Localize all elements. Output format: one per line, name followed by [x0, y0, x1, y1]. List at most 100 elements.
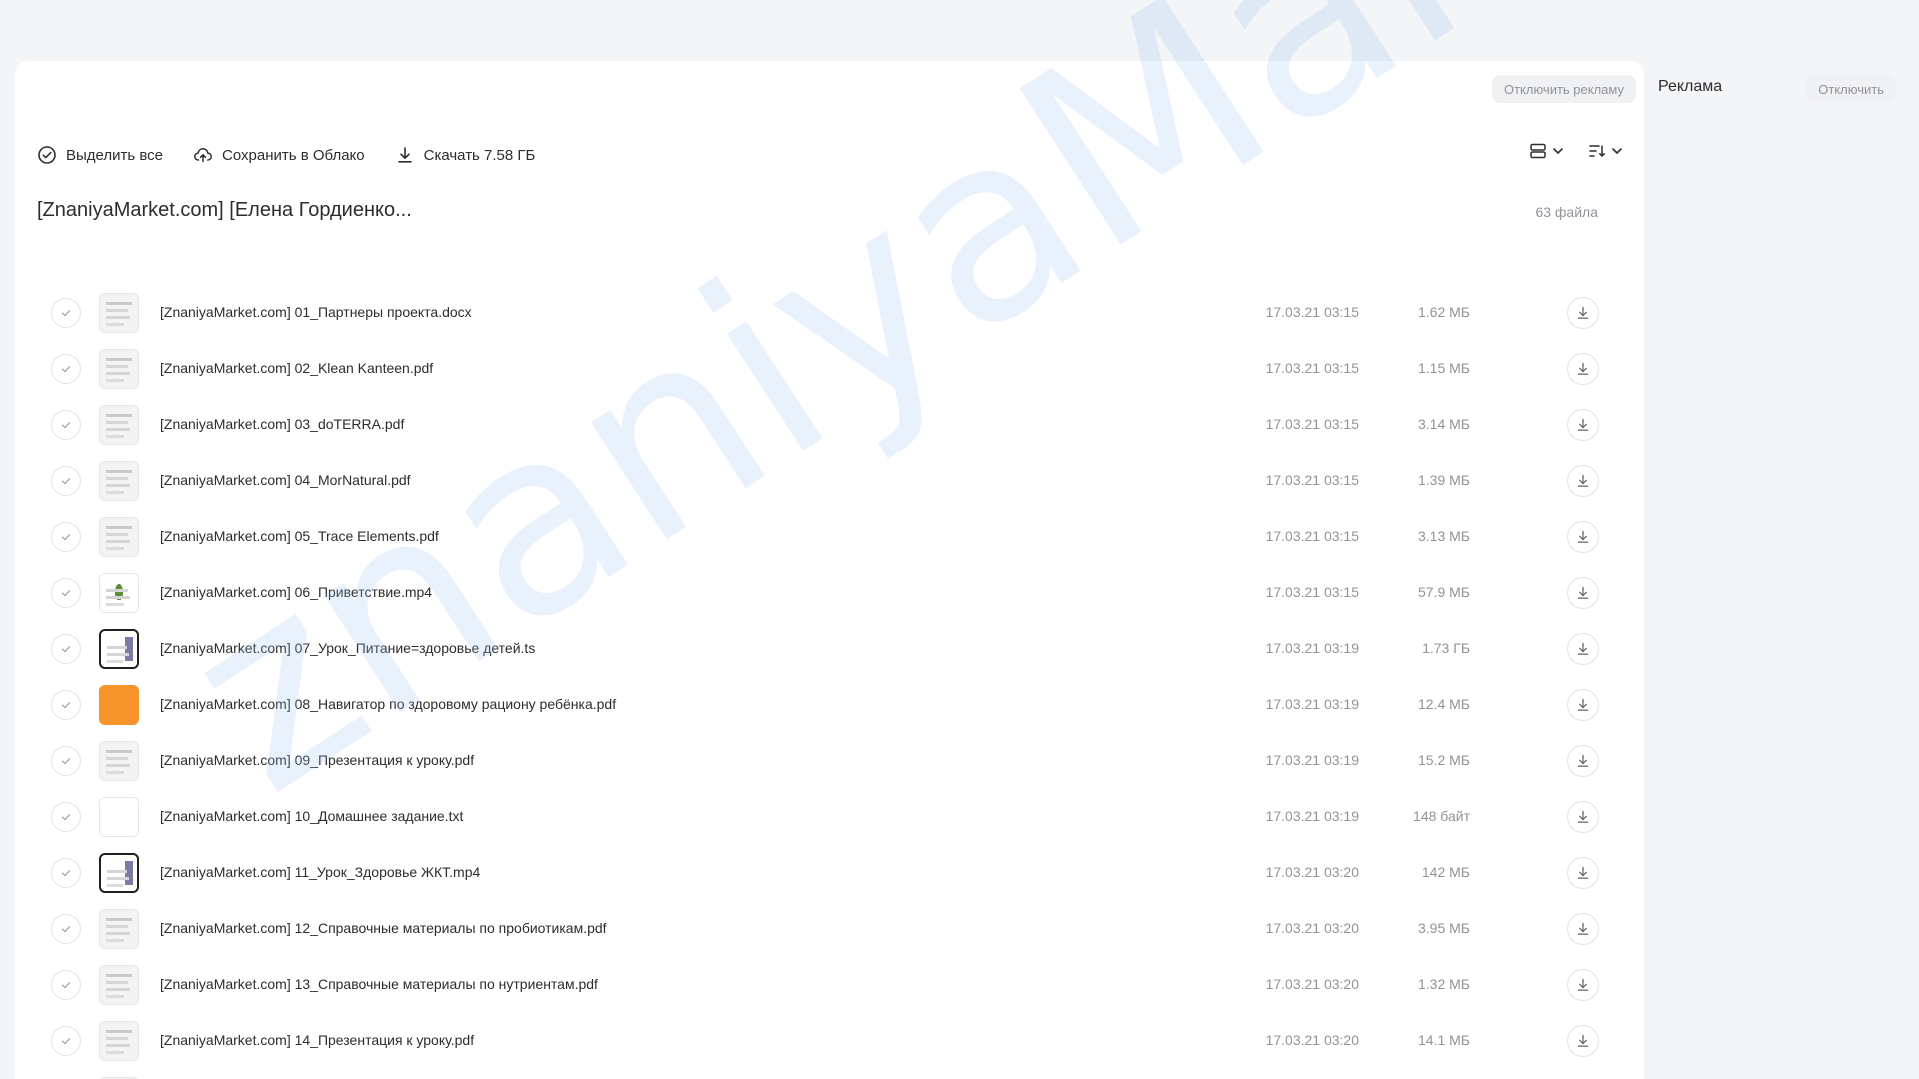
file-name[interactable]: [ZnaniyaMarket.com] 10_Домашнее задание.…: [160, 808, 463, 824]
file-size: 14.1 МБ: [1418, 1032, 1470, 1048]
file-row[interactable]: [ZnaniyaMarket.com] 04_MorNatural.pdf 17.…: [15, 453, 1644, 509]
row-checkbox[interactable]: [51, 298, 81, 328]
check-icon: [61, 758, 71, 765]
view-mode-dropdown[interactable]: [1528, 141, 1565, 161]
save-to-cloud-label: Сохранить в Облако: [222, 146, 365, 164]
download-file-button[interactable]: [1567, 521, 1599, 553]
file-row[interactable]: [ZnaniyaMarket.com] 12_Справочные матери…: [15, 901, 1644, 957]
download-file-button[interactable]: [1567, 689, 1599, 721]
file-row[interactable]: [ZnaniyaMarket.com] 09_Презентация к уро…: [15, 733, 1644, 789]
file-row[interactable]: [ZnaniyaMarket.com] 14_Презентация к уро…: [15, 1013, 1644, 1069]
file-row[interactable]: [ZnaniyaMarket.com] 08_Навигатор по здор…: [15, 677, 1644, 733]
file-row[interactable]: [ZnaniyaMarket.com] 01_Партнеры проекта.…: [15, 285, 1644, 341]
file-row[interactable]: [ZnaniyaMarket.com] 13_Справочные матери…: [15, 957, 1644, 1013]
file-date: 17.03.21 03:19: [1265, 752, 1359, 768]
download-file-button[interactable]: [1567, 409, 1599, 441]
check-icon: [61, 982, 71, 989]
file-name[interactable]: [ZnaniyaMarket.com] 05_Trace Elements.pd…: [160, 528, 439, 544]
file-name[interactable]: [ZnaniyaMarket.com] 07_Урок_Питание=здор…: [160, 640, 535, 656]
sort-icon: [1589, 145, 1605, 157]
row-checkbox[interactable]: [51, 690, 81, 720]
file-name[interactable]: [ZnaniyaMarket.com] 01_Партнеры проекта.…: [160, 304, 472, 320]
row-checkbox[interactable]: [51, 746, 81, 776]
row-checkbox[interactable]: [51, 970, 81, 1000]
row-checkbox[interactable]: [51, 354, 81, 384]
download-all-label: Скачать 7.58 ГБ: [423, 146, 536, 164]
file-name[interactable]: [ZnaniyaMarket.com] 04_MorNatural.pdf: [160, 472, 411, 488]
file-date: 17.03.21 03:15: [1265, 416, 1359, 432]
download-file-button[interactable]: [1567, 857, 1599, 889]
file-size: 1.73 ГБ: [1422, 640, 1470, 656]
file-name[interactable]: [ZnaniyaMarket.com] 06_Приветствие.mp4: [160, 584, 432, 600]
file-size: 3.95 МБ: [1418, 920, 1470, 936]
download-file-button[interactable]: [1567, 633, 1599, 665]
download-file-button[interactable]: [1567, 297, 1599, 329]
file-name[interactable]: [ZnaniyaMarket.com] 12_Справочные матери…: [160, 920, 607, 936]
file-row[interactable]: [ZnaniyaMarket.com] 06_Приветствие.mp4 17…: [15, 565, 1644, 621]
download-file-button[interactable]: [1567, 801, 1599, 833]
ad-panel: Реклама Отключить: [1658, 66, 1908, 106]
file-count: 63 файла: [1535, 204, 1598, 220]
row-checkbox[interactable]: [51, 858, 81, 888]
save-to-cloud-button[interactable]: Сохранить в Облако: [193, 145, 365, 165]
file-row[interactable]: [ZnaniyaMarket.com] 02_Klean Kanteen.pdf…: [15, 341, 1644, 397]
row-checkbox[interactable]: [51, 634, 81, 664]
file-name[interactable]: [ZnaniyaMarket.com] 09_Презентация к уро…: [160, 752, 474, 768]
download-file-button[interactable]: [1567, 577, 1599, 609]
file-name[interactable]: [ZnaniyaMarket.com] 03_doTERRA.pdf: [160, 416, 404, 432]
file-thumbnail: [99, 685, 139, 725]
file-name[interactable]: [ZnaniyaMarket.com] 08_Навигатор по здор…: [160, 696, 616, 712]
row-checkbox[interactable]: [51, 466, 81, 496]
download-file-button[interactable]: [1567, 913, 1599, 945]
row-checkbox[interactable]: [51, 1026, 81, 1056]
download-all-button[interactable]: Скачать 7.58 ГБ: [395, 145, 536, 165]
file-row[interactable]: [ZnaniyaMarket.com] 05_Trace Elements.pd…: [15, 509, 1644, 565]
download-icon: [397, 147, 412, 163]
file-name[interactable]: [ZnaniyaMarket.com] 02_Klean Kanteen.pdf: [160, 360, 433, 376]
row-checkbox[interactable]: [51, 522, 81, 552]
check-icon: [61, 646, 71, 653]
row-checkbox[interactable]: [51, 914, 81, 944]
download-icon: [1577, 418, 1589, 431]
check-icon: [61, 590, 71, 597]
file-date: 17.03.21 03:19: [1265, 640, 1359, 656]
disable-ad-button[interactable]: Отключить: [1806, 75, 1896, 103]
file-row[interactable]: [ZnaniyaMarket.com] 03_doTERRA.pdf 17.03.…: [15, 397, 1644, 453]
file-thumbnail: [99, 629, 139, 669]
select-all-button[interactable]: Выделить все: [37, 145, 163, 165]
check-icon: [61, 478, 71, 485]
download-file-button[interactable]: [1567, 465, 1599, 497]
download-file-button[interactable]: [1567, 353, 1599, 385]
file-thumbnail: [99, 405, 139, 445]
file-size: 1.32 МБ: [1418, 976, 1470, 992]
disable-ads-button[interactable]: Отключить рекламу: [1491, 75, 1636, 103]
file-date: 17.03.21 03:19: [1265, 696, 1359, 712]
check-icon: [61, 814, 71, 821]
row-checkbox[interactable]: [51, 410, 81, 440]
download-icon: [1577, 698, 1589, 711]
file-size: 1.15 МБ: [1418, 360, 1470, 376]
file-size: 142 МБ: [1421, 864, 1470, 880]
file-date: 17.03.21 03:15: [1265, 304, 1359, 320]
sort-dropdown[interactable]: [1587, 141, 1624, 161]
file-thumbnail: [99, 853, 139, 893]
file-row[interactable]: [ZnaniyaMarket.com] 15_Урок_Здоровье дет…: [15, 1069, 1644, 1079]
file-name[interactable]: [ZnaniyaMarket.com] 14_Презентация к уро…: [160, 1032, 474, 1048]
file-row[interactable]: [ZnaniyaMarket.com] 07_Урок_Питание=здор…: [15, 621, 1644, 677]
download-file-button[interactable]: [1567, 969, 1599, 1001]
row-checkbox[interactable]: [51, 578, 81, 608]
download-file-button[interactable]: [1567, 1025, 1599, 1057]
file-name[interactable]: [ZnaniyaMarket.com] 13_Справочные матери…: [160, 976, 598, 992]
file-date: 17.03.21 03:20: [1265, 1032, 1359, 1048]
file-row[interactable]: [ZnaniyaMarket.com] 10_Домашнее задание.…: [15, 789, 1644, 845]
file-name[interactable]: [ZnaniyaMarket.com] 11_Урок_Здоровье ЖКТ…: [160, 864, 480, 880]
file-thumbnail: [99, 909, 139, 949]
file-row[interactable]: [ZnaniyaMarket.com] 11_Урок_Здоровье ЖКТ…: [15, 845, 1644, 901]
download-icon: [1577, 922, 1589, 935]
file-thumbnail: [99, 573, 139, 613]
download-icon: [1577, 866, 1589, 879]
list-view-icon: [1530, 143, 1546, 159]
download-file-button[interactable]: [1567, 745, 1599, 777]
row-checkbox[interactable]: [51, 802, 81, 832]
download-icon: [1577, 474, 1589, 487]
